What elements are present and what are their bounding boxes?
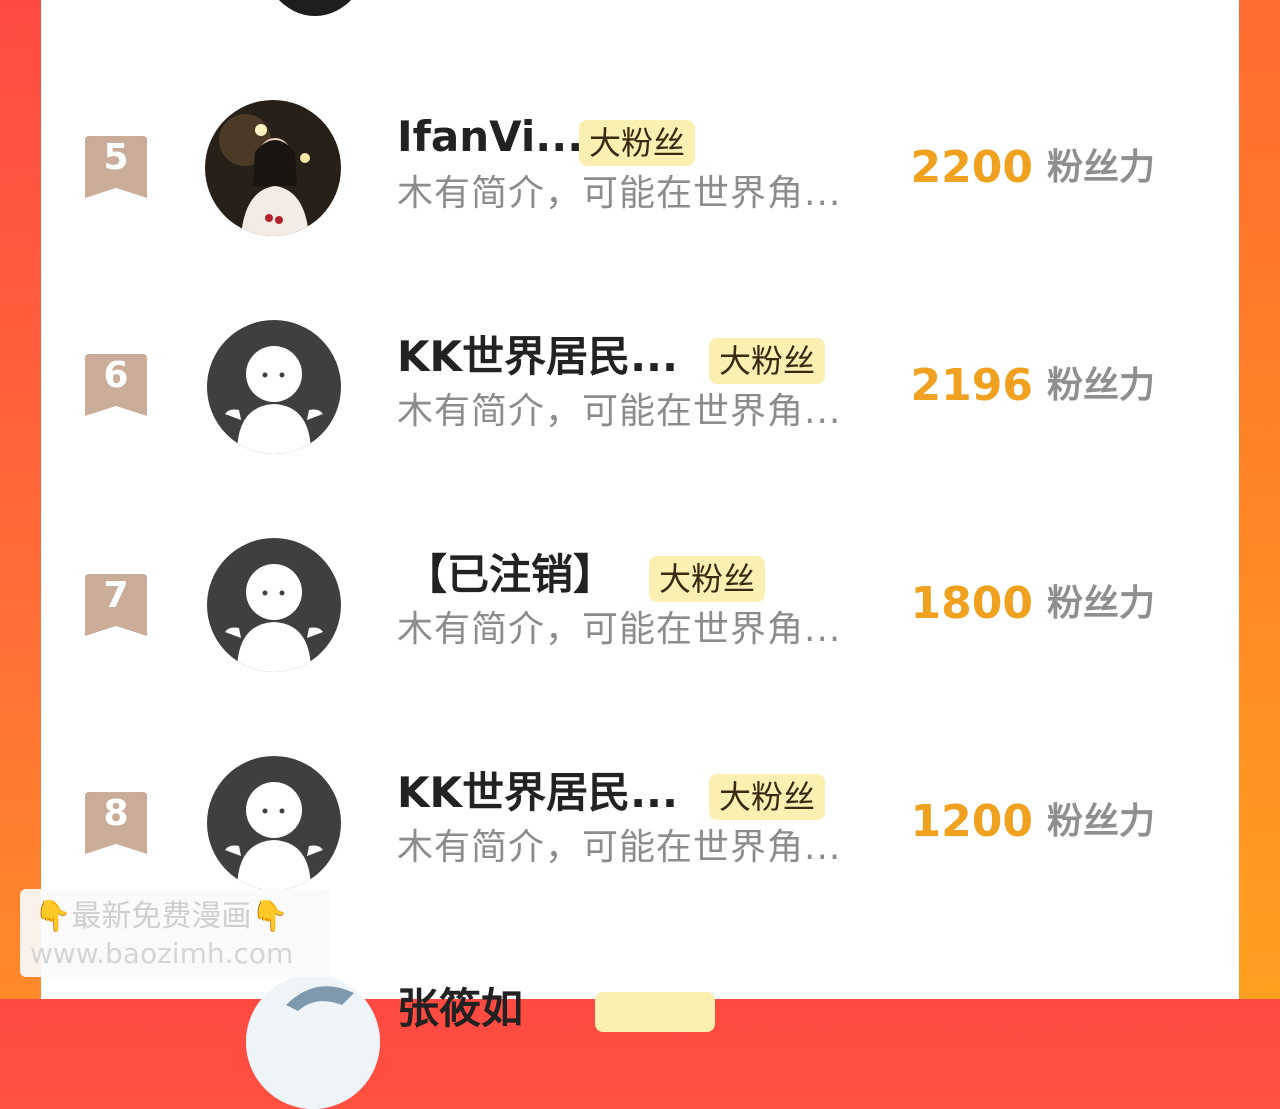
rank-number: 7 xyxy=(103,575,129,616)
fan-power-count: 1800 xyxy=(910,578,1033,629)
partial-avatar-previous[interactable] xyxy=(259,0,371,16)
fan-power-count: 2196 xyxy=(910,360,1033,411)
list-item[interactable]: 7 【已注销】 大粉丝 木有简介，可能在世界角... 1800 粉丝力 xyxy=(41,486,1239,704)
fan-power-unit: 粉丝力 xyxy=(1047,365,1156,406)
avatar[interactable] xyxy=(207,320,341,454)
user-name[interactable]: IfanVi... xyxy=(397,112,583,162)
right-gradient-edge xyxy=(1238,0,1280,999)
list-item[interactable]: 6 KK世界居民... 大粉丝 木有简介，可能在世界角... 2196 粉丝力 xyxy=(41,268,1239,486)
rank-number: 5 xyxy=(103,137,129,178)
avatar[interactable] xyxy=(205,100,341,236)
avatar[interactable] xyxy=(207,538,341,672)
user-name[interactable]: KK世界居民... xyxy=(397,332,678,382)
watermark-line1: 👇最新免费漫画👇 xyxy=(34,899,289,934)
fan-power-unit: 粉丝力 xyxy=(1047,801,1156,842)
list-item[interactable]: 5 IfanVi... 大粉丝 木有简介，可能在世界角... 2200 粉丝力 xyxy=(41,50,1239,268)
photo-avatar-icon xyxy=(205,100,341,236)
fan-ranking-list: 5 IfanVi... 大粉丝 木有简介，可能在世界角... 2200 粉丝力 xyxy=(41,0,1239,1109)
fan-level-badge: 大粉丝 xyxy=(709,338,826,384)
partial-avatar-next[interactable] xyxy=(246,975,380,1109)
user-bio: 木有简介，可能在世界角... xyxy=(397,391,842,432)
fan-level-badge: 大粉丝 xyxy=(649,556,766,602)
fan-power-count: 1200 xyxy=(910,796,1033,847)
shark-avatar-icon xyxy=(246,975,380,1109)
default-avatar-icon xyxy=(207,756,341,890)
fan-level-badge-partial xyxy=(595,992,715,1032)
default-avatar-icon xyxy=(207,538,341,672)
fan-power-unit: 粉丝力 xyxy=(1047,147,1156,188)
fan-level-badge: 大粉丝 xyxy=(709,774,826,820)
rank-number: 8 xyxy=(103,793,129,834)
user-bio: 木有简介，可能在世界角... xyxy=(397,609,842,650)
fan-power-count: 2200 xyxy=(910,142,1033,193)
rank-number: 6 xyxy=(103,355,129,396)
avatar[interactable] xyxy=(207,756,341,890)
user-name-partial[interactable]: 张筱如 xyxy=(397,984,523,1034)
rank-ribbon: 7 xyxy=(85,574,147,638)
user-bio: 木有简介，可能在世界角... xyxy=(397,173,842,214)
fan-power-unit: 粉丝力 xyxy=(1047,583,1156,624)
fan-level-badge: 大粉丝 xyxy=(579,120,696,166)
user-bio: 木有简介，可能在世界角... xyxy=(397,827,842,868)
default-avatar-icon xyxy=(207,320,341,454)
rank-ribbon: 5 xyxy=(85,136,147,200)
watermark-line2: www.baozimh.com xyxy=(30,937,294,970)
user-name[interactable]: KK世界居民... xyxy=(397,768,678,818)
rank-ribbon: 6 xyxy=(85,354,147,418)
rank-ribbon: 8 xyxy=(85,792,147,856)
user-name[interactable]: 【已注销】 xyxy=(405,550,615,600)
watermark: 👇最新免费漫画👇 www.baozimh.com xyxy=(20,889,330,977)
